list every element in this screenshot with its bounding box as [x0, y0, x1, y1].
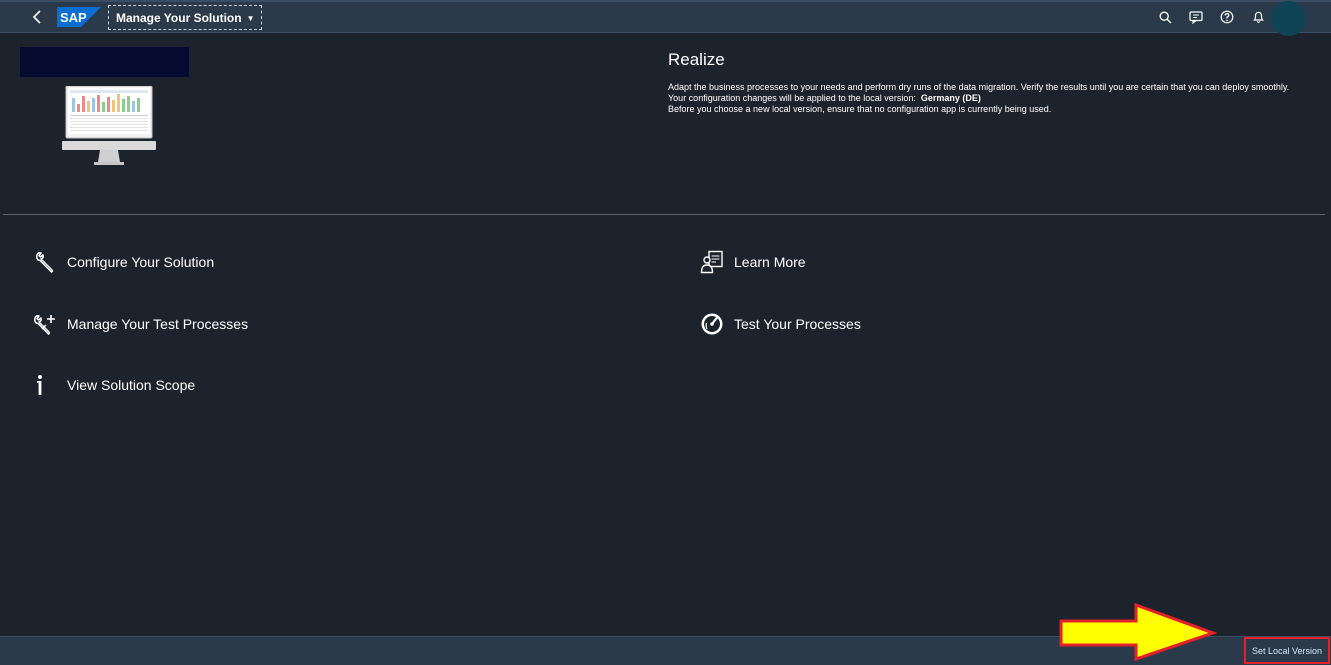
learning-assistant-icon: [700, 250, 724, 274]
link-learn-more-label: Learn More: [734, 254, 806, 270]
header-banner: [20, 47, 189, 77]
link-view-solution-scope-label: View Solution Scope: [67, 377, 196, 393]
back-icon: [32, 10, 41, 24]
local-version-line: Your configuration changes will be appli…: [668, 93, 1318, 104]
set-local-version-button[interactable]: Set Local Version: [1244, 637, 1330, 664]
header-note: Before you choose a new local version, e…: [668, 104, 1052, 114]
notifications-button[interactable]: [1250, 9, 1266, 25]
wrench-icon: [33, 250, 57, 274]
highlight-arrow-icon: [1059, 603, 1218, 661]
link-learn-more[interactable]: Learn More: [700, 248, 806, 276]
app-title-menu[interactable]: Manage Your Solution ▼: [108, 5, 263, 30]
user-avatar[interactable]: [1271, 1, 1306, 36]
chevron-down-icon: ▼: [246, 14, 255, 23]
wrench-add-icon: [33, 312, 57, 336]
link-manage-test-processes-label: Manage Your Test Processes: [67, 316, 249, 332]
link-view-solution-scope[interactable]: View Solution Scope: [33, 371, 195, 399]
sap-logo-text: SAP: [60, 10, 87, 25]
info-icon: [33, 373, 57, 397]
sap-logo[interactable]: SAP: [57, 7, 101, 27]
page-title: Realize: [668, 50, 725, 69]
monitor-illustration: [62, 86, 156, 165]
link-test-processes[interactable]: Test Your Processes: [700, 310, 861, 338]
link-configure-solution[interactable]: Configure Your Solution: [33, 248, 214, 276]
help-button[interactable]: [1219, 9, 1235, 25]
local-version-value: Germany (DE): [920, 93, 981, 103]
shell-bar: SAP Manage Your Solution ▼: [0, 0, 1331, 36]
local-version-prefix: Your configuration changes will be appli…: [668, 93, 916, 103]
search-button[interactable]: [1157, 9, 1173, 25]
link-test-processes-label: Test Your Processes: [734, 316, 861, 332]
feedback-button[interactable]: [1188, 9, 1204, 25]
app-title: Manage Your Solution: [116, 10, 242, 25]
help-icon: [1220, 10, 1234, 24]
section-divider: [3, 214, 1325, 215]
link-manage-test-processes[interactable]: Manage Your Test Processes: [33, 310, 248, 338]
search-icon: [1159, 11, 1171, 23]
link-configure-solution-label: Configure Your Solution: [67, 254, 215, 270]
header-description: Adapt the business processes to your nee…: [668, 82, 1290, 92]
header-description-block: Adapt the business processes to your nee…: [668, 82, 1318, 115]
gauge-icon: [700, 312, 724, 336]
back-button[interactable]: [28, 7, 48, 27]
feedback-icon: [1189, 10, 1203, 24]
notification-icon: [1252, 11, 1264, 23]
